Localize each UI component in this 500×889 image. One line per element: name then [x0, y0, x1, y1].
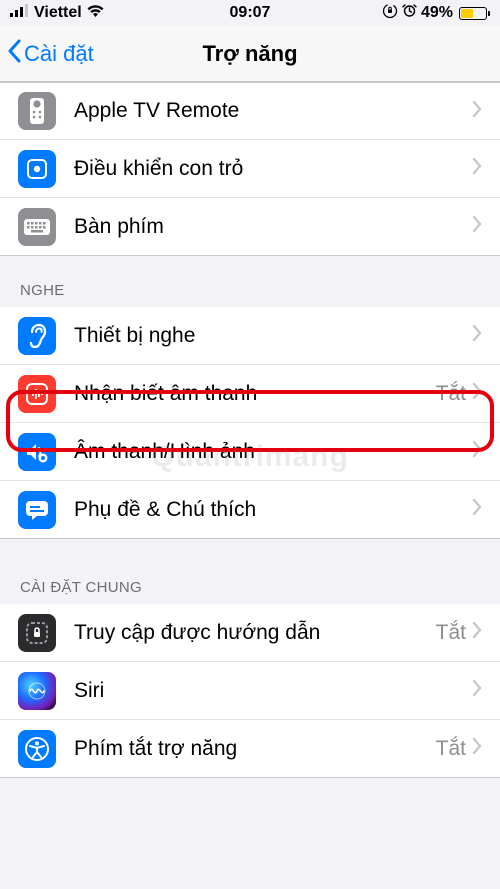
chevron-right-icon — [472, 158, 482, 179]
row-hearing-devices[interactable]: Thiết bị nghe — [0, 307, 500, 365]
orientation-lock-icon — [382, 3, 398, 24]
chevron-right-icon — [472, 325, 482, 346]
row-label: Âm thanh/Hình ảnh — [74, 440, 472, 464]
chevron-right-icon — [472, 680, 482, 701]
cellular-signal-icon — [10, 4, 30, 22]
keyboard-icon — [18, 208, 56, 246]
battery-icon — [457, 7, 490, 20]
chevron-right-icon — [472, 101, 482, 122]
sound-recognition-icon — [18, 375, 56, 413]
row-label: Apple TV Remote — [74, 99, 472, 123]
section-hearing: NGHE Thiết bị nghe Nhận biết âm thanh Tắ… — [0, 256, 500, 539]
status-left: Viettel — [10, 4, 105, 23]
row-label: Thiết bị nghe — [74, 324, 472, 348]
chevron-right-icon — [472, 499, 482, 520]
section-header-general: CÀI ĐẶT CHUNG — [0, 539, 500, 604]
row-siri[interactable]: Siri — [0, 662, 500, 720]
chevron-left-icon — [6, 39, 22, 69]
row-value: Tắt — [436, 621, 466, 645]
accessibility-icon — [18, 730, 56, 768]
battery-percent: 49% — [421, 4, 453, 22]
row-guided-access[interactable]: Truy cập được hướng dẫn Tắt — [0, 604, 500, 662]
row-label: Điều khiển con trỏ — [74, 157, 472, 181]
status-right: 49% — [382, 3, 490, 24]
row-label: Bàn phím — [74, 215, 472, 239]
section-general: CÀI ĐẶT CHUNG Truy cập được hướng dẫn Tắ… — [0, 539, 500, 778]
row-keyboards[interactable]: Bàn phím — [0, 198, 500, 256]
row-value: Tắt — [436, 737, 466, 761]
row-apple-tv-remote[interactable]: Apple TV Remote — [0, 82, 500, 140]
row-pointer-control[interactable]: Điều khiển con trỏ — [0, 140, 500, 198]
row-accessibility-shortcut[interactable]: Phím tắt trợ năng Tắt — [0, 720, 500, 778]
section-physical-motor: Apple TV Remote Điều khiển con trỏ — [0, 82, 500, 256]
wifi-icon — [86, 4, 105, 23]
back-label: Cài đặt — [24, 41, 94, 67]
row-label: Siri — [74, 679, 472, 703]
row-sound-recognition[interactable]: Nhận biết âm thanh Tắt — [0, 365, 500, 423]
chevron-right-icon — [472, 441, 482, 462]
apple-tv-remote-icon — [18, 92, 56, 130]
section-header-hearing: NGHE — [0, 256, 500, 307]
row-label: Truy cập được hướng dẫn — [74, 621, 436, 645]
row-label: Phụ đề & Chú thích — [74, 498, 472, 522]
status-bar: Viettel 09:07 49% — [0, 0, 500, 26]
back-button[interactable]: Cài đặt — [0, 39, 94, 69]
nav-bar: Cài đặt Trợ năng — [0, 26, 500, 82]
row-subtitles-captioning[interactable]: Phụ đề & Chú thích — [0, 481, 500, 539]
chevron-right-icon — [472, 383, 482, 404]
screen: Viettel 09:07 49% Cài đặt Trợ — [0, 0, 500, 889]
pointer-control-icon — [18, 150, 56, 188]
chevron-right-icon — [472, 738, 482, 759]
ear-icon — [18, 317, 56, 355]
chevron-right-icon — [472, 216, 482, 237]
captions-icon — [18, 491, 56, 529]
row-label: Phím tắt trợ năng — [74, 737, 436, 761]
chevron-right-icon — [472, 622, 482, 643]
guided-access-icon — [18, 614, 56, 652]
carrier-label: Viettel — [34, 4, 82, 22]
row-value: Tắt — [436, 382, 466, 406]
row-label: Nhận biết âm thanh — [74, 382, 436, 406]
audio-visual-icon — [18, 433, 56, 471]
row-audio-visual[interactable]: Âm thanh/Hình ảnh — [0, 423, 500, 481]
alarm-icon — [402, 3, 417, 23]
siri-icon — [18, 672, 56, 710]
